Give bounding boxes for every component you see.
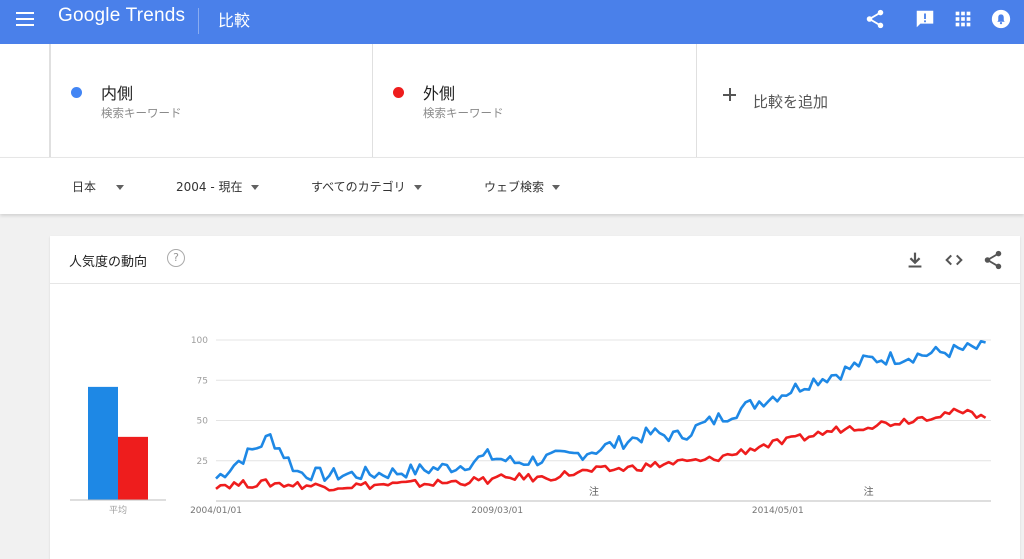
region-filter-label: 日本 (72, 180, 97, 194)
app-logo[interactable]: Google Trends (58, 5, 185, 27)
average-bar (118, 436, 148, 500)
y-tick-label: 25 (197, 457, 208, 467)
interest-chart: 25 50 75 100 2004/01/01 2009/03/01 2014/05/01 注… (70, 336, 991, 516)
x-tick-label: 2009/03/01 (471, 506, 523, 516)
y-tick-label: 100 (191, 336, 208, 346)
term-sublabel: 検索キーワード (423, 106, 504, 120)
add-compare-button[interactable]: 比較を追加 (697, 44, 1024, 157)
average-label: 平均 (109, 504, 127, 516)
category-filter-label: すべてのカテゴリ (311, 180, 406, 194)
dropdown-caret-icon (413, 185, 422, 190)
term-card-1[interactable]: 内側 検索キーワード (50, 44, 373, 157)
feedback-icon[interactable] (914, 8, 936, 30)
term-color-dot (71, 87, 82, 98)
plus-icon (723, 88, 736, 101)
terms-left-spacer (0, 44, 50, 157)
y-tick-label: 50 (197, 417, 209, 427)
period-filter-label: 2004 - 現在 (176, 180, 243, 194)
add-compare-label: 比較を追加 (753, 93, 829, 111)
term-name[interactable]: 内側 (101, 80, 133, 104)
header-divider (198, 8, 199, 34)
term-sublabel: 検索キーワード (101, 106, 182, 120)
top-app-bar: Google Trends 比較 (0, 0, 1024, 44)
period-filter[interactable]: 2004 - 現在 (176, 178, 259, 195)
dropdown-caret-icon (250, 185, 259, 190)
dropdown-caret-icon (116, 185, 125, 190)
search-type-filter[interactable]: ウェブ検索 (484, 178, 561, 195)
page-title: 比較 (218, 11, 251, 30)
search-terms-bar: 内側 検索キーワード 外側 検索キーワード 比較を追加 (0, 44, 1024, 157)
category-filter[interactable]: すべてのカテゴリ (311, 178, 422, 195)
dropdown-caret-icon (552, 185, 561, 190)
account-avatar-icon[interactable] (990, 8, 1012, 30)
term-card-2[interactable]: 外側 検索キーワード (373, 44, 697, 157)
series-line-inner (215, 340, 986, 482)
average-bar (88, 386, 118, 500)
term-name[interactable]: 外側 (423, 80, 455, 104)
note-marker: 注 (589, 485, 599, 498)
x-tick-label: 2004/01/01 (190, 506, 242, 516)
interest-over-time-card: 人気度の動向 ? 25 50 75 100 2004/01/01 2009/03/01 20… (50, 236, 1020, 559)
search-type-filter-label: ウェブ検索 (484, 180, 545, 194)
menu-icon[interactable] (16, 12, 34, 26)
note-marker: 注 (864, 485, 874, 498)
region-filter[interactable]: 日本 (72, 178, 125, 195)
apps-grid-icon[interactable] (952, 8, 974, 30)
term-color-dot (393, 87, 404, 98)
share-icon[interactable] (864, 8, 886, 30)
y-tick-label: 75 (197, 376, 208, 386)
x-tick-label: 2014/05/01 (752, 506, 804, 516)
filter-bar: 日本 2004 - 現在 すべてのカテゴリ ウェブ検索 (0, 157, 1024, 214)
